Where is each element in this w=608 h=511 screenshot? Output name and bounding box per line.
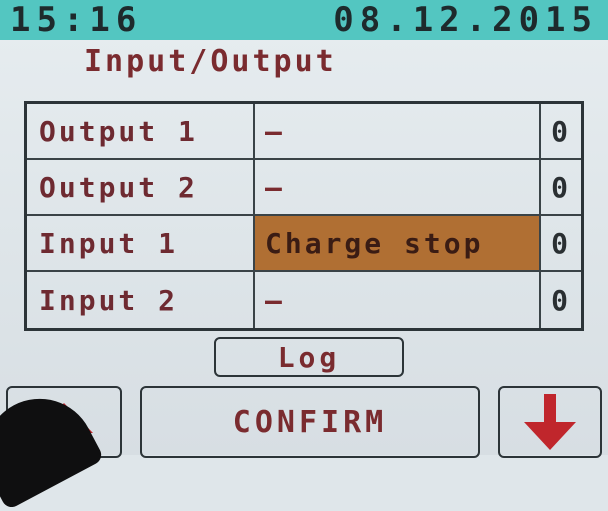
confirm-button[interactable]: CONFIRM [140, 386, 480, 458]
row-value-input-2[interactable]: – [255, 272, 541, 328]
clock-time: 15:16 [10, 0, 143, 40]
row-name-input-2[interactable]: Input 2 [27, 272, 255, 328]
row-name-output-1[interactable]: Output 1 [27, 104, 255, 160]
device-screen: 15:16 08.12.2015 Input/Output Output 1 –… [0, 0, 608, 511]
row-count-output-2: 0 [541, 160, 581, 216]
log-button[interactable]: Log [214, 337, 404, 377]
io-table: Output 1 – 0 Output 2 – 0 Input 1 Charge… [24, 101, 584, 331]
row-count-output-1: 0 [541, 104, 581, 160]
row-count-input-2: 0 [551, 283, 571, 317]
clock-date: 08.12.2015 [333, 0, 598, 40]
row-name-output-2[interactable]: Output 2 [27, 160, 255, 216]
down-arrow-icon [524, 394, 576, 450]
row-value-output-1[interactable]: – [255, 104, 541, 160]
row-name-input-1[interactable]: Input 1 [27, 216, 255, 272]
down-button[interactable] [498, 386, 602, 458]
row-count-input-1: 0 [541, 216, 581, 272]
page-title: Input/Output [84, 44, 337, 79]
status-bar: 15:16 08.12.2015 [0, 0, 608, 40]
row-value-input-1[interactable]: Charge stop [255, 216, 541, 272]
row-value-output-2[interactable]: – [255, 160, 541, 216]
